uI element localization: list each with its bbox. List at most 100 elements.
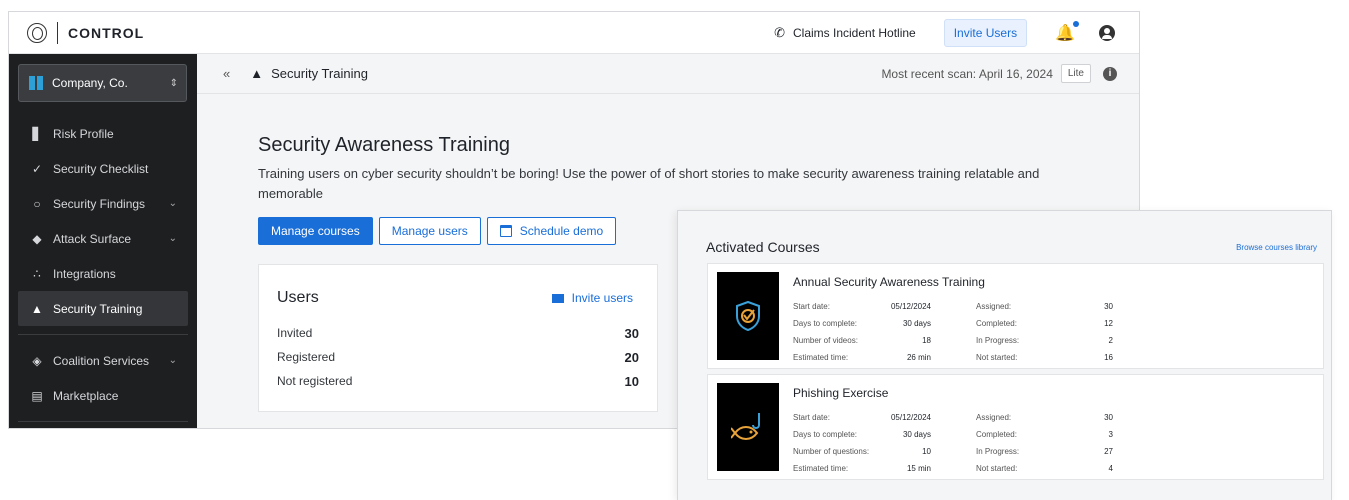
brand-name: CONTROL	[68, 24, 145, 41]
course-thumbnail	[717, 383, 779, 471]
plan-badge: Lite	[1060, 64, 1091, 83]
notification-dot	[1073, 20, 1079, 27]
sidebar-item-label: Coalition Services	[53, 353, 150, 368]
users-stat-row: Registered 20	[259, 345, 657, 369]
users-card-header: Users Invite users	[259, 265, 657, 307]
detail-label: Estimated time:	[793, 353, 849, 362]
courses-header: Activated Courses Browse courses library	[678, 211, 1331, 263]
sidebar: Company, Co. ⇕ ▋ Risk Profile ✓ Security…	[9, 54, 197, 428]
stat-label: Invited	[277, 326, 313, 340]
stat-value: 30	[624, 325, 639, 341]
collapse-sidebar-icon[interactable]: «	[223, 66, 230, 81]
schedule-demo-label: Schedule demo	[519, 224, 604, 238]
course-name: Phishing Exercise	[793, 386, 889, 400]
detail-label: Assigned:	[976, 413, 1012, 422]
invite-users-label: Invite users	[571, 291, 633, 305]
detail-label: Days to complete:	[793, 319, 858, 328]
detail-label: Estimated time:	[793, 464, 849, 473]
sidebar-item-coalition-services[interactable]: ◈ Coalition Services ⌄	[9, 343, 197, 378]
page-header: « ▲ Security Training Most recent scan: …	[197, 54, 1139, 94]
phishing-hook-icon	[731, 413, 760, 440]
chevron-updown-icon: ⇕	[169, 77, 178, 89]
top-actions: ✆ Claims Incident Hotline Invite Users 🔔	[774, 18, 1115, 47]
browse-courses-link[interactable]: Browse courses library	[1236, 243, 1317, 252]
detail-value: 4	[1108, 464, 1113, 473]
sidebar-item-integrations[interactable]: ∴ Integrations	[9, 256, 197, 291]
stat-label: Not registered	[277, 374, 353, 388]
course-card[interactable]: Phishing Exercise Start date: 05/12/2024…	[707, 374, 1324, 480]
stat-value: 20	[624, 349, 639, 365]
chevron-down-icon: ⌄	[168, 233, 177, 244]
course-details: Start date: 05/12/2024 Assigned: 30 Days…	[793, 298, 1113, 366]
course-detail-row: Estimated time: 26 min Not started: 16	[793, 349, 1113, 366]
graduation-cap-icon: ▲	[31, 301, 43, 316]
top-bar: CONTROL ✆ Claims Incident Hotline Invite…	[9, 12, 1139, 54]
sidebar-item-label: Security Checklist	[53, 161, 149, 176]
users-title: Users	[277, 289, 319, 306]
stat-label: Registered	[277, 350, 336, 364]
sidebar-item-label: Integrations	[53, 266, 116, 281]
course-detail-row: Start date: 05/12/2024 Assigned: 30	[793, 409, 1113, 426]
company-logo-icon	[29, 76, 43, 90]
detail-value: 05/12/2024	[890, 302, 931, 311]
detail-label: Not started:	[976, 353, 1018, 362]
course-detail-row: Start date: 05/12/2024 Assigned: 30	[793, 298, 1113, 315]
sidebar-item-security-checklist[interactable]: ✓ Security Checklist	[9, 151, 197, 186]
claims-hotline-link[interactable]: ✆ Claims Incident Hotline	[774, 25, 916, 41]
layers-icon: ◈	[32, 353, 42, 368]
sidebar-nav: ▋ Risk Profile ✓ Security Checklist ○ Se…	[9, 116, 197, 428]
course-card[interactable]: Annual Security Awareness Training Start…	[707, 263, 1324, 369]
detail-value: 30	[1104, 302, 1113, 311]
course-detail-row: Number of questions: 10 In Progress: 27	[793, 443, 1113, 460]
stat-value: 10	[624, 373, 639, 389]
coalition-logo-icon	[27, 22, 47, 43]
detail-value: 05/12/2024	[890, 413, 931, 422]
detail-value: 27	[1104, 447, 1113, 456]
users-stat-row: Not registered 10	[259, 369, 657, 393]
check-circle-icon: ✓	[31, 161, 43, 176]
detail-label: Number of questions:	[793, 447, 870, 456]
activated-courses-panel: Activated Courses Browse courses library…	[677, 210, 1332, 500]
chevron-down-icon: ⌄	[168, 355, 177, 366]
sidebar-item-security-findings[interactable]: ○ Security Findings ⌄	[9, 186, 197, 221]
detail-value: 10	[922, 447, 931, 456]
info-icon[interactable]: i	[1103, 66, 1117, 81]
plug-icon: ∴	[33, 266, 41, 281]
sidebar-divider	[18, 421, 188, 422]
sidebar-item-risk-profile[interactable]: ▋ Risk Profile	[9, 116, 197, 151]
logo-divider	[57, 21, 58, 44]
sidebar-item-marketplace[interactable]: ▤ Marketplace	[9, 378, 197, 413]
company-switcher[interactable]: Company, Co. ⇕	[18, 64, 187, 102]
detail-label: Start date:	[793, 413, 830, 422]
manage-courses-button[interactable]: Manage courses	[258, 217, 373, 245]
schedule-demo-button[interactable]: Schedule demo	[486, 217, 617, 245]
chevron-down-icon: ⌄	[168, 198, 177, 209]
mail-icon	[551, 293, 564, 303]
invite-users-link[interactable]: Invite users	[551, 291, 633, 305]
hero-section: Security Awareness Training Training use…	[258, 134, 1088, 204]
user-account-icon[interactable]	[1099, 24, 1115, 41]
sidebar-item-attack-surface[interactable]: ◆ Attack Surface ⌄	[9, 221, 197, 256]
courses-title: Activated Courses	[706, 239, 820, 255]
users-card: Users Invite users Invited 30 Registered…	[258, 264, 658, 412]
course-detail-row: Days to complete: 30 days Completed: 3	[793, 426, 1113, 443]
manage-users-button[interactable]: Manage users	[378, 217, 481, 245]
detail-label: Number of videos:	[793, 336, 858, 345]
detail-value: 30 days	[902, 430, 931, 439]
hotline-label: Claims Incident Hotline	[793, 25, 916, 40]
course-thumbnail	[717, 272, 779, 360]
sidebar-item-label: Risk Profile	[53, 126, 114, 141]
invite-users-button[interactable]: Invite Users	[943, 18, 1028, 47]
course-detail-row: Days to complete: 30 days Completed: 12	[793, 315, 1113, 332]
detail-label: Assigned:	[976, 302, 1012, 311]
detail-label: Days to complete:	[793, 430, 858, 439]
detail-value: 30 days	[902, 319, 931, 328]
logo[interactable]: CONTROL	[27, 21, 145, 44]
company-name: Company, Co.	[52, 76, 128, 90]
sidebar-item-security-training[interactable]: ▲ Security Training	[18, 291, 188, 326]
detail-value: 16	[1104, 353, 1113, 362]
users-stat-row: Invited 30	[259, 321, 657, 345]
notifications-bell-icon[interactable]: 🔔	[1055, 20, 1079, 43]
sidebar-item-label: Security Findings	[53, 196, 146, 211]
detail-value: 30	[1104, 413, 1113, 422]
